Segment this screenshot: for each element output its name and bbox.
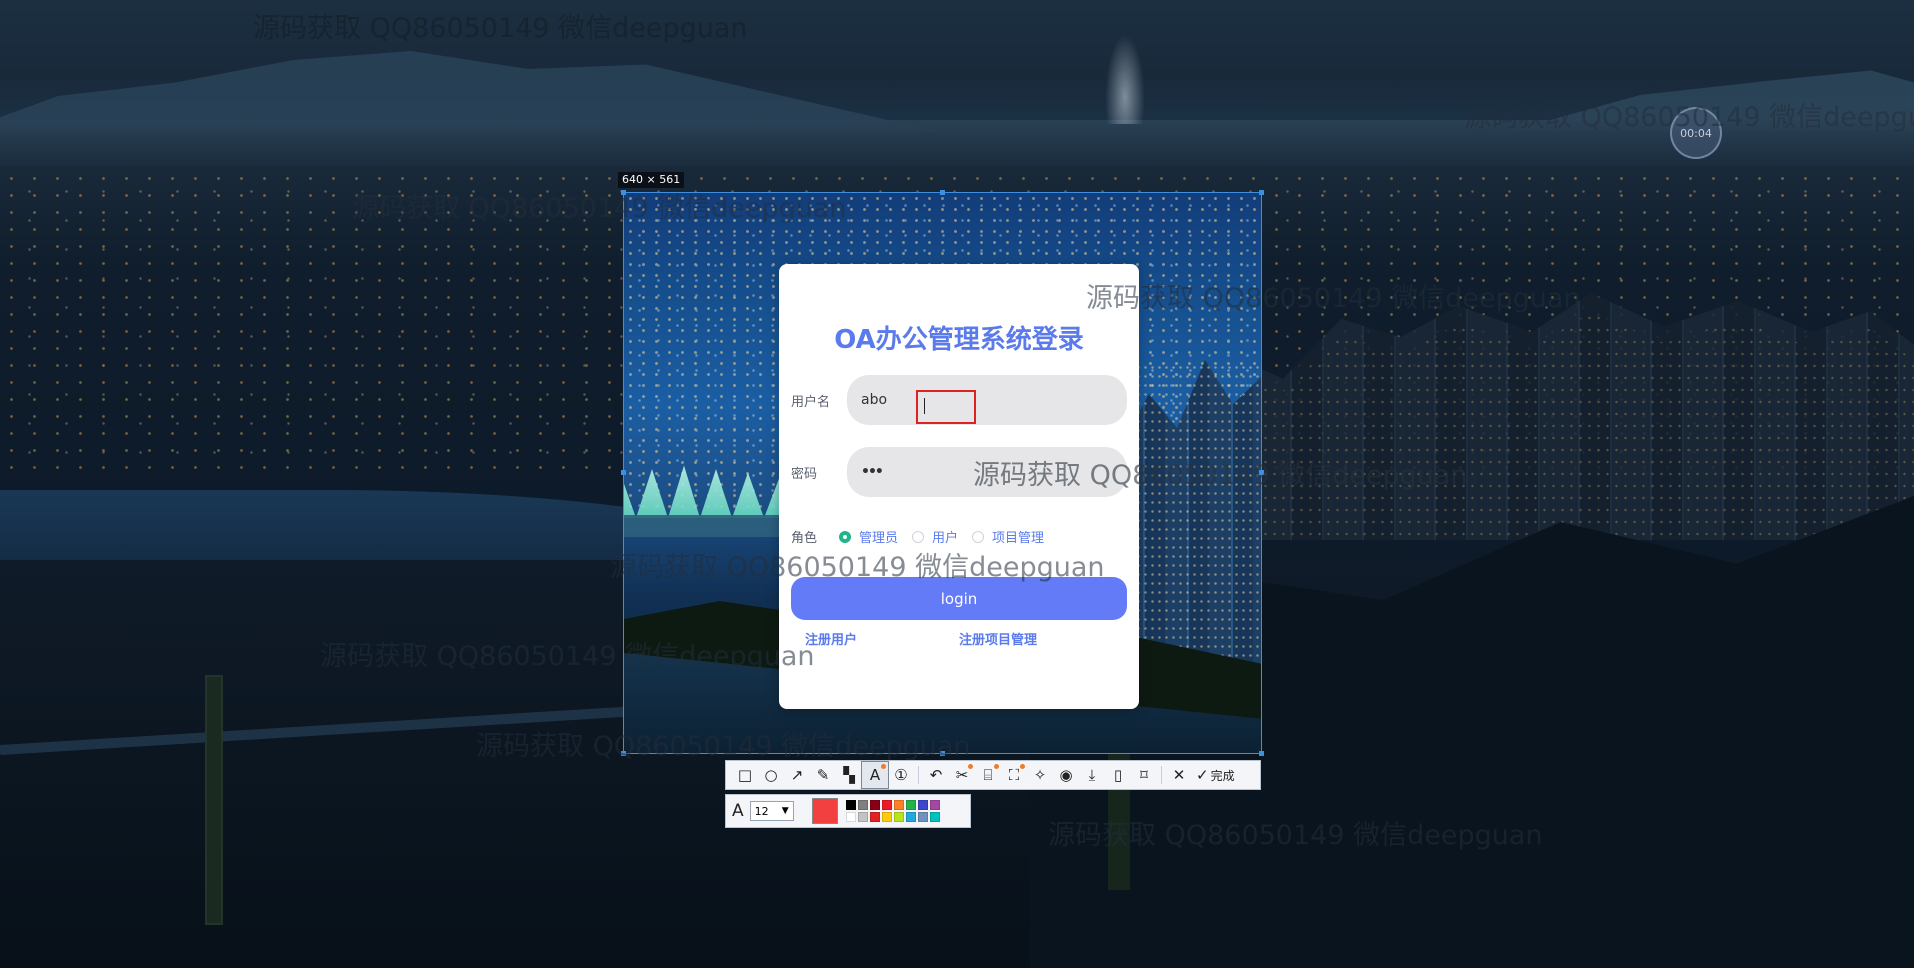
undo-icon[interactable]: ↶ — [923, 762, 949, 788]
password-label: 密码 — [791, 467, 818, 482]
login-card: OA办公管理系统登录 用户名 abo 密码 ••• 角色 管理员 用户 项目管理… — [779, 264, 1139, 709]
color-swatch[interactable] — [857, 812, 868, 822]
color-swatch[interactable] — [845, 812, 856, 822]
bookmark-icon[interactable]: ⌑ — [1131, 762, 1157, 788]
role-radio-admin[interactable]: 管理员 — [839, 527, 898, 546]
text-annotation-box[interactable] — [916, 390, 976, 424]
color-swatch[interactable] — [917, 812, 928, 822]
username-label: 用户名 — [791, 395, 831, 410]
color-swatch[interactable] — [845, 800, 856, 810]
color-swatch[interactable] — [929, 812, 940, 822]
color-swatch[interactable] — [929, 800, 940, 810]
text-tool-icon[interactable]: A — [861, 761, 889, 789]
login-button[interactable]: login — [791, 577, 1127, 620]
text-cursor — [924, 398, 925, 414]
color-swatch[interactable] — [881, 800, 892, 810]
role-group: 角色 管理员 用户 项目管理 — [791, 527, 1058, 546]
cut-icon[interactable]: ✂ — [949, 762, 975, 788]
record-icon[interactable]: ◉ — [1053, 762, 1079, 788]
close-icon[interactable]: ✕ — [1166, 762, 1192, 788]
copy-icon[interactable]: ▯ — [1105, 762, 1131, 788]
mosaic-tool-icon[interactable]: ▚ — [836, 762, 862, 788]
resize-handle[interactable] — [940, 751, 945, 756]
resize-handle[interactable] — [621, 190, 626, 195]
resize-handle[interactable] — [940, 190, 945, 195]
number-tool-icon[interactable]: ① — [888, 762, 914, 788]
radio-icon — [839, 530, 852, 543]
role-radio-label: 用户 — [932, 531, 959, 546]
resize-handle[interactable] — [621, 751, 626, 756]
role-radio-project-manager[interactable]: 项目管理 — [972, 527, 1044, 546]
arrow-tool-icon[interactable]: ↗ — [784, 762, 810, 788]
color-swatch[interactable] — [881, 812, 892, 822]
capture-toolbar: □ ○ ↗ ✎ ▚ A ① ↶ ✂ ⌸ ⛶ ✧ ◉ ⤓ ▯ ⌑ ✕ ✓ 完成 — [725, 760, 1261, 790]
done-button[interactable]: ✓ 完成 — [1196, 766, 1235, 784]
resize-handle[interactable] — [621, 470, 626, 475]
role-label: 角色 — [791, 531, 818, 546]
pin-icon[interactable]: ✧ — [1027, 762, 1053, 788]
color-swatch[interactable] — [905, 800, 916, 810]
radio-icon — [972, 530, 985, 543]
selection-size-label: 640 × 561 — [618, 172, 685, 188]
done-label: 完成 — [1210, 768, 1235, 783]
color-swatch[interactable] — [893, 800, 904, 810]
current-color-swatch[interactable] — [811, 798, 838, 824]
font-size-select[interactable]: 12 ▼ — [749, 801, 794, 821]
color-swatch[interactable] — [917, 800, 928, 810]
font-size-value: 12 — [754, 804, 769, 818]
role-radio-user[interactable]: 用户 — [912, 527, 958, 546]
register-user-link[interactable]: 注册用户 — [805, 629, 857, 648]
pencil-tool-icon[interactable]: ✎ — [810, 762, 836, 788]
dropdown-arrow-icon: ▼ — [781, 806, 789, 816]
color-palette — [845, 800, 940, 822]
ellipse-tool-icon[interactable]: ○ — [758, 762, 784, 788]
scan-icon[interactable]: ⛶ — [1001, 762, 1027, 788]
color-swatch[interactable] — [869, 812, 880, 822]
password-field[interactable]: ••• — [847, 447, 1127, 497]
recording-timer: 00:04 — [1670, 107, 1722, 159]
register-project-manager-link[interactable]: 注册项目管理 — [959, 629, 1037, 648]
resize-handle[interactable] — [1259, 470, 1264, 475]
resize-handle[interactable] — [1259, 751, 1264, 756]
password-value: ••• — [861, 464, 884, 480]
check-icon: ✓ — [1196, 766, 1209, 784]
text-options-bar: A 12 ▼ — [725, 794, 971, 828]
rectangle-tool-icon[interactable]: □ — [732, 762, 758, 788]
username-field[interactable]: abo — [847, 375, 1127, 425]
color-swatch[interactable] — [905, 812, 916, 822]
color-swatch[interactable] — [893, 812, 904, 822]
ocr-icon[interactable]: ⌸ — [975, 762, 1001, 788]
role-radio-label: 项目管理 — [992, 531, 1045, 546]
role-radio-label: 管理员 — [859, 531, 899, 546]
radio-icon — [912, 530, 925, 543]
color-swatch[interactable] — [857, 800, 868, 810]
download-icon[interactable]: ⤓ — [1079, 762, 1105, 788]
username-value: abo — [861, 392, 888, 408]
login-title: OA办公管理系统登录 — [834, 325, 1084, 355]
color-swatch[interactable] — [869, 800, 880, 810]
font-icon: A — [732, 801, 744, 821]
resize-handle[interactable] — [1259, 190, 1264, 195]
